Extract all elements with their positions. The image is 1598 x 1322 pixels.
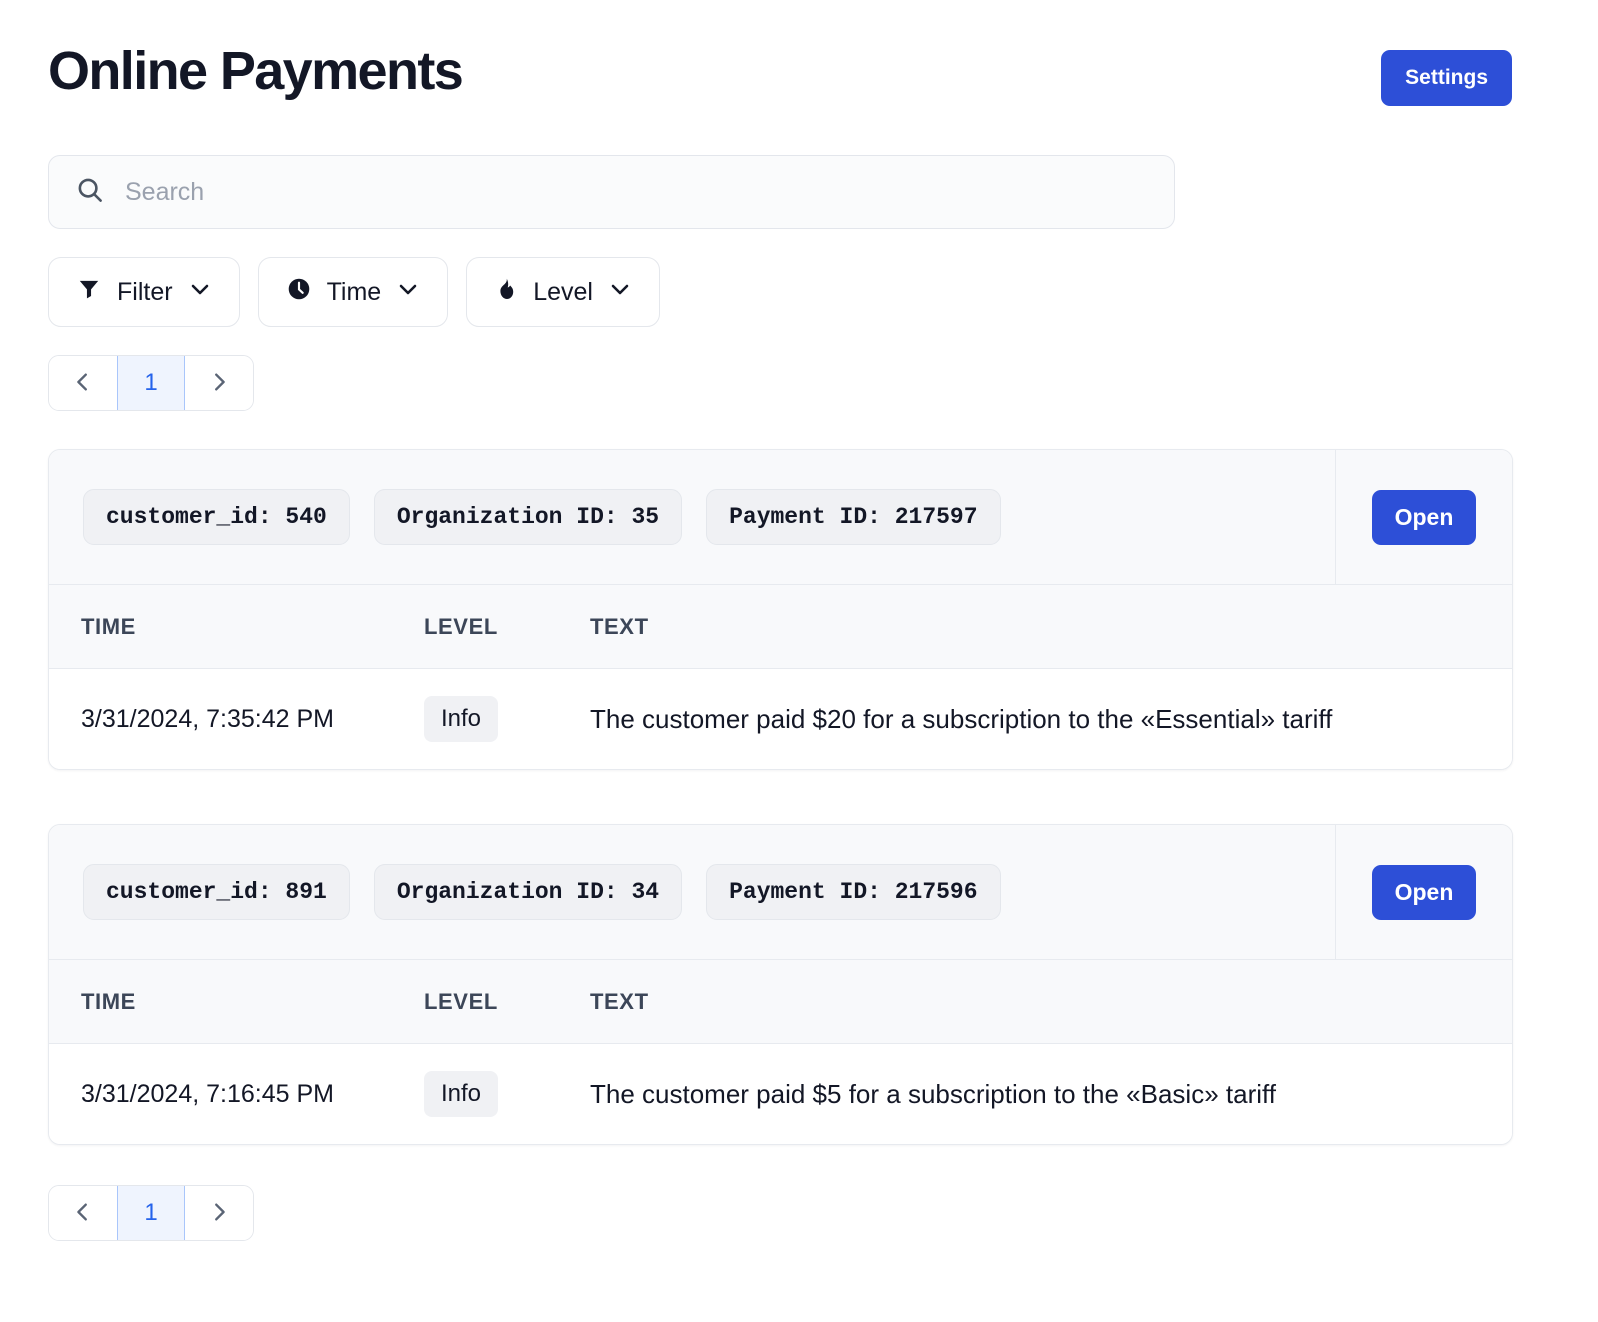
card-tag-group: customer_id: 540 Organization ID: 35 Pay… xyxy=(49,450,1335,584)
chevron-left-icon xyxy=(72,1201,94,1226)
organization-id-tag: Organization ID: 35 xyxy=(373,489,683,545)
card-open-cell: Open xyxy=(1335,450,1512,584)
page-title: Online Payments xyxy=(48,41,464,101)
open-button[interactable]: Open xyxy=(1371,864,1477,920)
settings-button[interactable]: Settings xyxy=(1381,50,1512,106)
chevron-down-icon xyxy=(188,277,212,308)
table-row: 3/31/2024, 7:35:42 PM Info The customer … xyxy=(49,669,1512,769)
cell-level: Info xyxy=(424,696,590,742)
filter-toolbar: Filter Time Level xyxy=(48,257,1550,327)
level-dropdown-button[interactable]: Level xyxy=(466,257,660,327)
card-header: customer_id: 891 Organization ID: 34 Pay… xyxy=(49,825,1512,960)
pagination-bottom: 1 xyxy=(48,1185,254,1241)
payment-card: customer_id: 891 Organization ID: 34 Pay… xyxy=(48,824,1513,1145)
table-row: 3/31/2024, 7:16:45 PM Info The customer … xyxy=(49,1044,1512,1144)
payment-id-tag: Payment ID: 217596 xyxy=(706,864,1001,920)
card-open-cell: Open xyxy=(1335,825,1512,959)
cell-level: Info xyxy=(424,1071,590,1117)
search-input[interactable] xyxy=(125,156,1148,228)
column-header-level: LEVEL xyxy=(424,613,498,639)
cell-time: 3/31/2024, 7:16:45 PM xyxy=(81,1079,334,1108)
payment-card-list: customer_id: 540 Organization ID: 35 Pay… xyxy=(48,449,1550,1145)
search-bar[interactable] xyxy=(48,155,1175,229)
open-button[interactable]: Open xyxy=(1371,489,1477,545)
search-icon xyxy=(75,175,105,210)
pagination-next-button[interactable] xyxy=(185,1186,253,1240)
cell-text: The customer paid $20 for a subscription… xyxy=(590,703,1333,734)
chevron-left-icon xyxy=(72,371,94,396)
column-header-level: LEVEL xyxy=(424,988,498,1014)
card-tag-group: customer_id: 891 Organization ID: 34 Pay… xyxy=(49,825,1335,959)
log-table: TIME LEVEL TEXT 3/31/2024, 7:35:42 PM In… xyxy=(49,585,1512,769)
customer-id-tag: customer_id: 891 xyxy=(83,864,350,920)
status-badge: Info xyxy=(424,696,499,742)
chevron-right-icon xyxy=(208,1201,230,1226)
card-header: customer_id: 540 Organization ID: 35 Pay… xyxy=(49,450,1512,585)
cell-time: 3/31/2024, 7:35:42 PM xyxy=(81,704,334,733)
pagination-next-button[interactable] xyxy=(185,356,253,410)
customer-id-tag: customer_id: 540 xyxy=(83,489,350,545)
pagination-page-1[interactable]: 1 xyxy=(117,1186,185,1240)
clock-icon xyxy=(286,276,312,309)
log-table-header: TIME LEVEL TEXT xyxy=(49,960,1512,1044)
pagination-page-1[interactable]: 1 xyxy=(117,356,185,410)
column-header-text: TEXT xyxy=(590,988,649,1014)
pagination-prev-button[interactable] xyxy=(49,1186,117,1240)
filter-dropdown-button[interactable]: Filter xyxy=(48,257,240,327)
pagination-prev-button[interactable] xyxy=(49,356,117,410)
filter-dropdown-label: Filter xyxy=(117,277,173,306)
log-table: TIME LEVEL TEXT 3/31/2024, 7:16:45 PM In… xyxy=(49,960,1512,1144)
status-badge: Info xyxy=(424,1071,499,1117)
chevron-right-icon xyxy=(208,371,230,396)
page-header: Online Payments Settings xyxy=(48,40,1550,118)
funnel-icon xyxy=(76,276,102,309)
cell-text: The customer paid $5 for a subscription … xyxy=(590,1078,1276,1109)
chevron-down-icon xyxy=(396,277,420,308)
log-table-header: TIME LEVEL TEXT xyxy=(49,585,1512,669)
column-header-time: TIME xyxy=(81,613,136,639)
pagination-top: 1 xyxy=(48,355,254,411)
time-dropdown-label: Time xyxy=(326,277,382,306)
level-dropdown-label: Level xyxy=(533,277,593,306)
time-dropdown-button[interactable]: Time xyxy=(257,257,449,327)
payment-card: customer_id: 540 Organization ID: 35 Pay… xyxy=(48,449,1513,770)
page-container: Online Payments Settings Filter xyxy=(0,0,1598,1281)
payment-id-tag: Payment ID: 217597 xyxy=(706,489,1001,545)
organization-id-tag: Organization ID: 34 xyxy=(373,864,683,920)
flame-icon xyxy=(494,276,518,309)
chevron-down-icon xyxy=(608,277,632,308)
column-header-time: TIME xyxy=(81,988,136,1014)
column-header-text: TEXT xyxy=(590,613,649,639)
